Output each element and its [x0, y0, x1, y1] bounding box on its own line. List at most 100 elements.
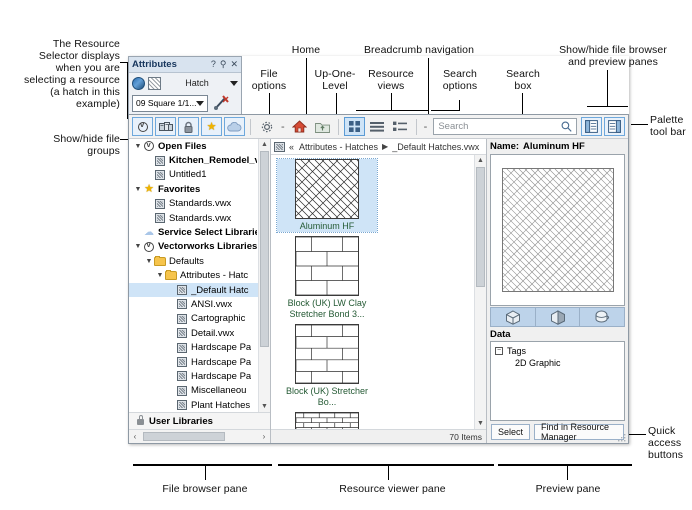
- attributes-resource-row: 09 Square 1/1...: [129, 93, 241, 113]
- resource-item[interactable]: Brick (UK) Stretcher Bond 112.5x75 HF: [277, 412, 377, 429]
- help-icon[interactable]: ?: [211, 60, 216, 69]
- chevron-down-icon[interactable]: ▼: [144, 258, 154, 265]
- show-hide-file-browser-icon[interactable]: [581, 117, 602, 136]
- file-tree-item-label: Standards.vwx: [169, 212, 232, 224]
- hscrollbar-thumb[interactable]: [143, 432, 225, 441]
- file-tree-item[interactable]: ☁ Service Select Libraries: [129, 225, 259, 239]
- open-files-icon[interactable]: [155, 117, 176, 136]
- file-tree-item[interactable]: _Default Hatc: [129, 282, 259, 298]
- chevron-down-icon[interactable]: [230, 80, 238, 86]
- resource-item[interactable]: Block (UK) Stretcher Bo...: [277, 324, 377, 408]
- attributes-fill-label: Hatch: [185, 78, 209, 88]
- render-wire-icon[interactable]: [580, 308, 624, 326]
- search-input[interactable]: Search: [433, 118, 577, 135]
- thumbnail-view-icon[interactable]: [343, 117, 365, 136]
- show-hide-preview-icon[interactable]: [604, 117, 625, 136]
- file-tree-item[interactable]: Hardscape Pa: [129, 340, 259, 354]
- breadcrumb[interactable]: « Attributes - Hatches ▶ _Default Hatche…: [271, 139, 486, 155]
- file-tree[interactable]: ▼Open FilesKitchen_Remodel_vUntitled1▼★F…: [129, 139, 270, 412]
- hatch-swatch-icon[interactable]: [148, 76, 161, 90]
- file-tree-hscrollbar[interactable]: ‹ ›: [129, 429, 270, 443]
- chevron-down-icon[interactable]: [196, 100, 204, 106]
- file-tree-item[interactable]: ▼ Defaults: [129, 254, 259, 268]
- data-tree[interactable]: − Tags 2D Graphic: [490, 341, 625, 421]
- file-tree-item[interactable]: Standards.vwx: [129, 197, 259, 211]
- search-options-dropdown-arrow[interactable]: -: [421, 121, 431, 133]
- file-tree-item[interactable]: Cartographic: [129, 312, 259, 326]
- magnifier-icon[interactable]: [561, 121, 572, 132]
- file-tree-item[interactable]: ▼ ★ Favorites: [129, 182, 259, 196]
- collapse-icon[interactable]: −: [495, 347, 503, 355]
- resource-manager-body: ★ -: [128, 114, 629, 444]
- find-in-resource-manager-button[interactable]: Find in Resource Manager: [534, 422, 624, 442]
- scroll-down-icon[interactable]: ▼: [475, 418, 486, 429]
- attributes-fill-row: Hatch: [129, 73, 241, 93]
- resource-item[interactable]: Aluminum HF: [276, 158, 378, 233]
- detail-view-icon[interactable]: [390, 117, 411, 136]
- scrollbar-thumb[interactable]: [260, 151, 269, 347]
- item-count-status: 70 Items: [271, 429, 486, 443]
- render-section-icon[interactable]: [536, 308, 581, 326]
- scroll-down-icon[interactable]: ▼: [259, 401, 270, 412]
- magic-wand-icon[interactable]: [213, 94, 231, 112]
- resource-thumbnail: [295, 236, 359, 296]
- resource-grid-scrollbar[interactable]: ▲ ▼: [474, 155, 486, 429]
- attributes-palette: Attributes ? ⚲ ✕ Hatch 09 Square 1/1...: [128, 56, 242, 116]
- folder-up-icon[interactable]: [312, 117, 333, 136]
- scrollbar-thumb[interactable]: [476, 167, 485, 287]
- chevron-down-icon[interactable]: ▼: [133, 186, 143, 193]
- preview-render-toolbar: [490, 307, 625, 327]
- gear-icon[interactable]: [256, 117, 277, 136]
- list-view-icon[interactable]: [367, 117, 388, 136]
- breadcrumb-back-icon[interactable]: «: [289, 142, 294, 152]
- doc-icon: [274, 141, 285, 152]
- file-tree-scrollbar[interactable]: ▲ ▼: [258, 139, 270, 412]
- file-tree-item-label: Vectorworks Libraries: [158, 241, 257, 253]
- scroll-left-icon[interactable]: ‹: [129, 432, 141, 441]
- favorites-icon[interactable]: ★: [201, 117, 222, 136]
- file-tree-item[interactable]: Hardscape Pa: [129, 369, 259, 383]
- resource-item[interactable]: Block (UK) LW Clay Stretcher Bond 3...: [277, 236, 377, 320]
- file-tree-item[interactable]: ANSI.vwx: [129, 297, 259, 311]
- file-tree-item[interactable]: Hardscape Pa: [129, 355, 259, 369]
- recent-files-icon[interactable]: [132, 117, 153, 136]
- toolbar-separator: [415, 118, 417, 135]
- chevron-down-icon[interactable]: ▼: [133, 243, 143, 250]
- chevron-down-icon[interactable]: ▼: [155, 272, 165, 279]
- file-tree-item[interactable]: Miscellaneou: [129, 384, 259, 398]
- service-select-icon[interactable]: [224, 117, 245, 136]
- render-solid-icon[interactable]: [491, 308, 536, 326]
- doc-icon: [154, 213, 166, 224]
- scroll-right-icon[interactable]: ›: [258, 432, 270, 441]
- star-icon: ★: [144, 183, 154, 196]
- brace-resource-viewer: [278, 464, 494, 466]
- file-tree-item[interactable]: Kitchen_Remodel_v: [129, 153, 259, 167]
- item-count-label: 70 Items: [449, 431, 482, 442]
- resource-selector-dropdown[interactable]: 09 Square 1/1...: [132, 94, 208, 112]
- scroll-up-icon[interactable]: ▲: [259, 139, 270, 150]
- brace-file-browser: [133, 464, 272, 466]
- scroll-up-icon[interactable]: ▲: [475, 155, 486, 166]
- file-options-dropdown-arrow[interactable]: -: [278, 121, 288, 133]
- file-tree-item[interactable]: Plant Hatches: [129, 398, 259, 412]
- user-libraries-icon[interactable]: [178, 117, 199, 136]
- close-icon[interactable]: ✕: [230, 60, 238, 69]
- globe-icon[interactable]: [132, 76, 145, 90]
- file-tree-item[interactable]: ▼ Open Files: [129, 139, 259, 153]
- file-tree-item[interactable]: Untitled1: [129, 168, 259, 182]
- file-tree-item[interactable]: Standards.vwx: [129, 211, 259, 225]
- breadcrumb-part-1[interactable]: _Default Hatches.vwx: [392, 142, 479, 152]
- chevron-down-icon[interactable]: ▼: [133, 143, 143, 150]
- data-tree-row[interactable]: − Tags: [491, 345, 624, 357]
- resource-grid[interactable]: Aluminum HF Block (UK) LW Clay Stretcher …: [271, 155, 474, 429]
- select-button[interactable]: Select: [491, 424, 531, 440]
- file-tree-item-label: Standards.vwx: [169, 198, 232, 210]
- file-tree-item[interactable]: Detail.vwx: [129, 326, 259, 340]
- file-tree-item[interactable]: ▼ Attributes - Hatc: [129, 269, 259, 283]
- user-libraries-row[interactable]: User Libraries: [129, 412, 270, 429]
- file-tree-item[interactable]: ▼ Vectorworks Libraries: [129, 240, 259, 254]
- breadcrumb-part-0[interactable]: Attributes - Hatches: [299, 142, 378, 152]
- home-icon[interactable]: [289, 117, 310, 136]
- pin-icon[interactable]: ⚲: [220, 60, 227, 69]
- resize-grip[interactable]: [618, 434, 626, 442]
